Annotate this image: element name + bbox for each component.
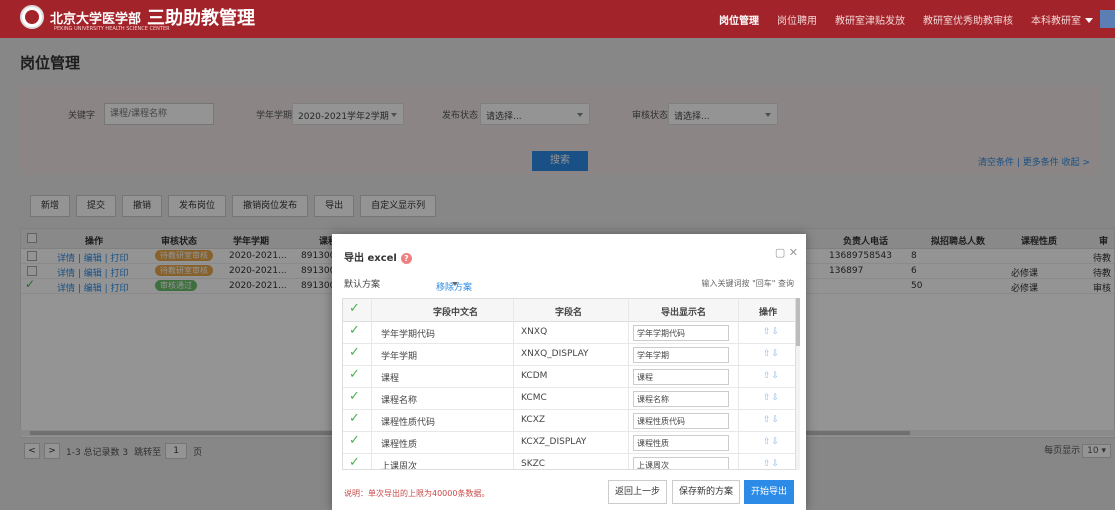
checked-icon[interactable]: ✓ xyxy=(349,433,360,448)
field-search-input[interactable]: 输入关键词按 "回车" 查询 xyxy=(688,276,798,292)
university-seal-icon xyxy=(20,5,44,29)
col-op: 操作 xyxy=(759,308,778,318)
display-name-input[interactable]: 课程性质 xyxy=(633,435,729,451)
col-display: 导出显示名 xyxy=(661,308,707,318)
checked-icon[interactable]: ✓ xyxy=(349,323,360,338)
user-menu[interactable]: 本科教研室 xyxy=(1022,12,1102,27)
field-row[interactable]: ✓ 课程名称 KCMC 课程名称 ⇧⇩ xyxy=(343,388,795,410)
brand-logo-text: 北京大学医学部 xyxy=(50,11,142,27)
nav-item-excellent-ta-review[interactable]: 教研室优秀助教审核 xyxy=(914,12,1022,27)
field-cn-name: 学年学期代码 xyxy=(381,330,436,340)
main-nav: 岗位管理 岗位聘用 教研室津贴发放 教研室优秀助教审核 本科教研室 xyxy=(710,0,1102,38)
top-navbar: 北京大学医学部 PEKING UNIVERSITY HEALTH SCIENCE… xyxy=(0,0,1115,38)
brand: 北京大学医学部 PEKING UNIVERSITY HEALTH SCIENCE… xyxy=(20,4,255,32)
move-up-down-icon[interactable]: ⇧⇩ xyxy=(763,349,780,359)
checked-icon[interactable]: ✓ xyxy=(349,367,360,382)
remove-scheme-link[interactable]: 移除方案 xyxy=(436,280,472,293)
field-cn-name: 课程名称 xyxy=(381,396,418,406)
field-row[interactable]: ✓ 课程 KCDM 课程 ⇧⇩ xyxy=(343,366,795,388)
field-row[interactable]: ✓ 上课周次 SKZC 上课周次 ⇧⇩ xyxy=(343,454,795,470)
field-row[interactable]: ✓ 课程性质代码 KCXZ 课程性质代码 ⇧⇩ xyxy=(343,410,795,432)
field-code: XNXQ xyxy=(521,327,548,337)
checked-icon[interactable]: ✓ xyxy=(349,345,360,360)
field-cn-name: 课程 xyxy=(381,374,400,384)
move-up-down-icon[interactable]: ⇧⇩ xyxy=(763,415,780,425)
display-name-input[interactable]: 课程名称 xyxy=(633,391,729,407)
field-code: XNXQ_DISPLAY xyxy=(521,349,589,359)
field-cn-name: 课程性质 xyxy=(381,440,418,450)
export-fields-table: ✓ 字段中文名 字段名 导出显示名 操作 ✓ 学年学期代码 XNXQ 学年学期代码 ⇧⇩… xyxy=(342,298,796,470)
dialog-window-controls: ▢ ✕ xyxy=(775,246,798,259)
field-row[interactable]: ✓ 学年学期代码 XNXQ 学年学期代码 ⇧⇩ xyxy=(343,322,795,344)
save-scheme-button[interactable]: 保存新的方案 xyxy=(672,480,741,504)
avatar[interactable] xyxy=(1100,10,1115,28)
start-export-button[interactable]: 开始导出 xyxy=(744,480,795,504)
maximize-close-icons[interactable]: ▢ ✕ xyxy=(775,246,798,259)
field-code: KCMC xyxy=(521,393,547,403)
help-icon[interactable]: ? xyxy=(400,253,412,264)
display-name-input[interactable]: 学年学期 xyxy=(633,347,729,363)
nav-item-position-hiring[interactable]: 岗位聘用 xyxy=(768,12,826,27)
checked-icon[interactable]: ✓ xyxy=(349,455,360,469)
col-field: 字段名 xyxy=(555,308,583,318)
fields-scrollbar[interactable] xyxy=(796,298,800,470)
brand-logo-subtext: PEKING UNIVERSITY HEALTH SCIENCE CENTER xyxy=(54,26,170,32)
display-name-input[interactable]: 学年学期代码 xyxy=(633,325,729,341)
export-excel-dialog: 导出 excel? ▢ ✕ 默认方案 移除方案 输入关键词按 "回车" 查询 ✓… xyxy=(332,234,806,510)
field-row[interactable]: ✓ 学年学期 XNXQ_DISPLAY 学年学期 ⇧⇩ xyxy=(343,344,795,366)
checked-icon[interactable]: ✓ xyxy=(349,411,360,426)
dialog-title: 导出 excel? xyxy=(344,249,412,264)
move-up-down-icon[interactable]: ⇧⇩ xyxy=(763,371,780,381)
field-cn-name: 上课周次 xyxy=(381,462,418,470)
field-code: SKZC xyxy=(521,459,546,469)
field-cn-name: 学年学期 xyxy=(381,352,418,362)
field-code: KCXZ_DISPLAY xyxy=(521,437,587,447)
nav-item-position-management[interactable]: 岗位管理 xyxy=(710,12,768,27)
move-up-down-icon[interactable]: ⇧⇩ xyxy=(763,459,780,469)
move-up-down-icon[interactable]: ⇧⇩ xyxy=(763,393,780,403)
move-up-down-icon[interactable]: ⇧⇩ xyxy=(763,437,780,447)
display-name-input[interactable]: 上课周次 xyxy=(633,457,729,469)
checked-icon[interactable]: ✓ xyxy=(349,389,360,404)
field-code: KCDM xyxy=(521,371,548,381)
display-name-input[interactable]: 课程 xyxy=(633,369,729,385)
check-all-icon[interactable]: ✓ xyxy=(349,301,360,316)
field-cn-name: 课程性质代码 xyxy=(381,418,436,428)
field-row[interactable]: ✓ 课程性质 KCXZ_DISPLAY 课程性质 ⇧⇩ xyxy=(343,432,795,454)
chevron-down-icon xyxy=(1085,18,1093,23)
export-limit-note: 说明：单次导出的上限为40000条数据。 xyxy=(344,489,490,498)
fields-table-header: ✓ 字段中文名 字段名 导出显示名 操作 xyxy=(343,299,795,322)
move-up-down-icon[interactable]: ⇧⇩ xyxy=(763,327,780,337)
nav-item-allowance[interactable]: 教研室津贴发放 xyxy=(826,12,914,27)
back-button[interactable]: 返回上一步 xyxy=(608,480,668,504)
user-menu-label: 本科教研室 xyxy=(1031,15,1081,27)
field-code: KCXZ xyxy=(521,415,546,425)
col-cn: 字段中文名 xyxy=(433,308,479,318)
display-name-input[interactable]: 课程性质代码 xyxy=(633,413,729,429)
